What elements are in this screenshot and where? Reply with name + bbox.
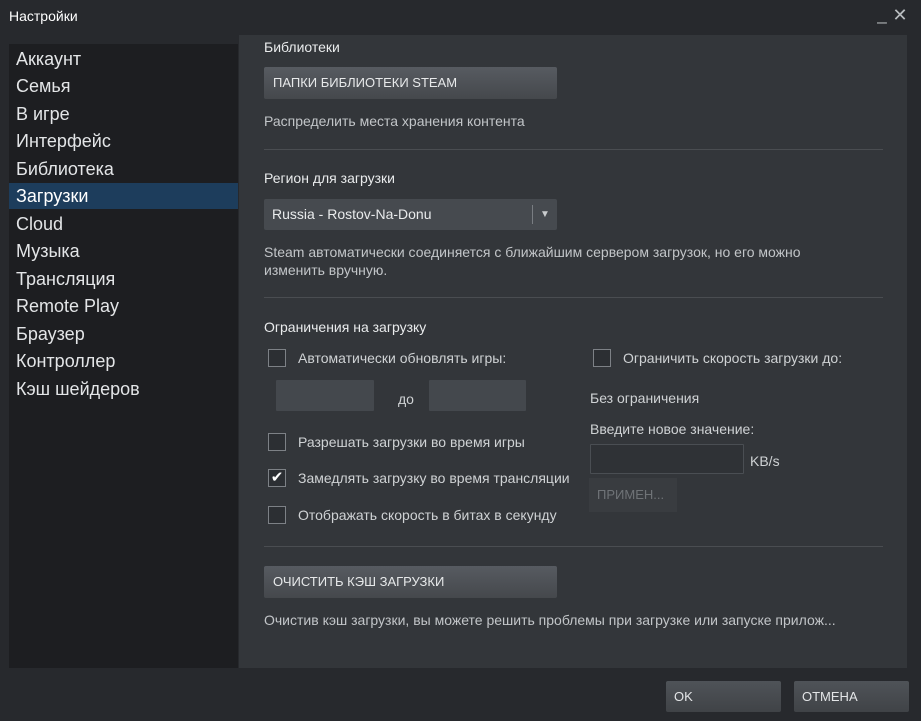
libraries-title: Библиотеки [264,39,340,55]
settings-panel: Библиотеки ПАПКИ БИБЛИОТЕКИ STEAM Распре… [239,35,907,668]
show-bits-checkbox[interactable] [268,506,286,524]
speed-status: Без ограничения [590,390,700,406]
window-title: Настройки [9,8,78,24]
libraries-desc: Распределить места хранения контента [264,113,525,129]
sidebar-item-browser[interactable]: Браузер [9,321,238,347]
cancel-button[interactable]: ОТМЕНА [794,681,909,712]
download-region-value: Russia - Rostov-Na-Donu [272,206,432,222]
region-desc-line2: изменить вручную. [264,262,388,278]
ok-button[interactable]: OK [666,681,781,712]
sidebar-item-interface[interactable]: Интерфейс [9,128,238,154]
title-bar: Настройки _ ✕ [0,0,921,34]
sidebar-item-controller[interactable]: Контроллер [9,348,238,374]
sidebar-item-broadcast[interactable]: Трансляция [9,266,238,292]
sidebar: Аккаунт Семья В игре Интерфейс Библиотек… [9,44,238,668]
sidebar-item-family[interactable]: Семья [9,73,238,99]
throttle-broadcast-label[interactable]: Замедлять загрузку во время трансляции [298,470,570,486]
show-bits-label[interactable]: Отображать скорость в битах в секунду [298,507,557,523]
apply-button[interactable]: ПРИМЕН... [589,478,677,512]
sidebar-item-ingame[interactable]: В игре [9,101,238,127]
throttle-broadcast-checkbox[interactable]: ✔ [268,469,286,487]
limit-speed-checkbox[interactable] [593,349,611,367]
auto-update-time-from[interactable] [276,380,374,411]
auto-update-time-to[interactable] [429,380,526,411]
speed-limit-input[interactable] [590,444,744,474]
clear-download-cache-button[interactable]: ОЧИСТИТЬ КЭШ ЗАГРУЗКИ [264,566,557,598]
divider [264,149,883,150]
region-desc-line1: Steam автоматически соединяется с ближай… [264,244,801,260]
sidebar-item-cloud[interactable]: Cloud [9,211,238,237]
close-icon[interactable]: ✕ [890,4,910,26]
steam-library-folders-button[interactable]: ПАПКИ БИБЛИОТЕКИ STEAM [264,67,557,99]
sidebar-item-remote-play[interactable]: Remote Play [9,293,238,319]
allow-ingame-label[interactable]: Разрешать загрузки во время игры [298,434,525,450]
sidebar-item-library[interactable]: Библиотека [9,156,238,182]
limits-title: Ограничения на загрузку [264,319,427,335]
divider [264,546,883,547]
chevron-down-icon: ▼ [540,209,550,220]
download-region-select[interactable]: Russia - Rostov-Na-Donu ▼ [264,199,557,230]
time-separator: до [398,391,414,407]
sidebar-item-account[interactable]: Аккаунт [9,46,238,72]
sidebar-item-shader-cache[interactable]: Кэш шейдеров [9,376,238,402]
enter-value-label: Введите новое значение: [590,421,755,437]
sidebar-item-downloads[interactable]: Загрузки [9,183,238,209]
auto-update-label[interactable]: Автоматически обновлять игры: [298,350,506,366]
dropdown-divider [532,205,533,224]
auto-update-checkbox[interactable] [268,349,286,367]
region-title: Регион для загрузки [264,170,395,186]
allow-ingame-checkbox[interactable] [268,433,286,451]
speed-unit: KB/s [750,453,780,469]
minimize-icon[interactable]: _ [872,4,892,26]
check-icon: ✔ [270,469,284,486]
sidebar-item-music[interactable]: Музыка [9,238,238,264]
cache-desc: Очистив кэш загрузки, вы можете решить п… [264,612,836,628]
limit-speed-label[interactable]: Ограничить скорость загрузки до: [623,350,842,366]
divider [264,297,883,298]
